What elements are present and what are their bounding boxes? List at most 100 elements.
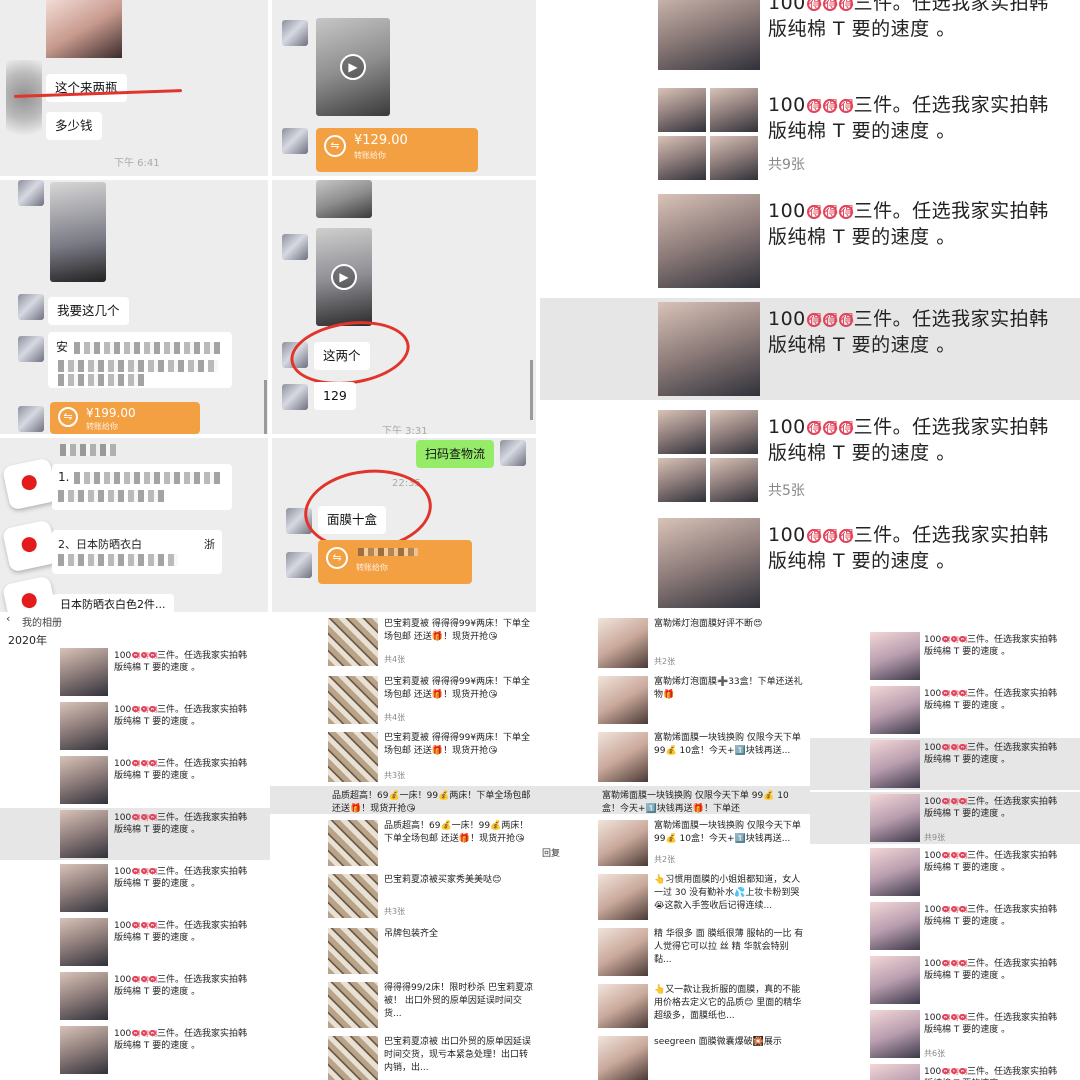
moment-thumbnail[interactable] — [710, 410, 758, 454]
moment-thumbnail[interactable] — [60, 1026, 108, 1074]
moment-thumbnail[interactable] — [710, 136, 758, 180]
moment-thumbnail[interactable] — [598, 618, 648, 668]
avatar[interactable] — [282, 384, 308, 410]
moment-post[interactable]: 100得得得三件。任选我家实拍韩版纯棉 T 要的速度 。 — [810, 684, 1080, 736]
moment-post[interactable]: 100 得得得三件。任选我家实拍韩 版纯棉 T 要的速度 。共9张 — [540, 84, 1080, 184]
moment-thumbnail[interactable] — [598, 1036, 648, 1080]
video-message[interactable] — [50, 182, 106, 282]
moment-post[interactable]: 巴宝莉夏凉被买家秀美美哒😊 共3张 — [270, 870, 540, 920]
moment-post[interactable]: 100得得得三件。任选我家实拍韩版纯棉 T 要的速度 。 — [810, 1062, 1080, 1080]
moment-thumbnail[interactable] — [328, 1036, 378, 1080]
moment-post[interactable]: 巴宝莉夏被 得得得99¥两床！下单全场包邮 还送🎁！现货开抢😘 共4张 — [270, 672, 540, 726]
moment-thumbnail[interactable] — [328, 820, 378, 866]
moment-thumbnail[interactable] — [60, 810, 108, 858]
moment-post[interactable]: 100得得得三件。任选我家实拍韩版纯棉 T 要的速度 。 — [540, 298, 1080, 400]
moment-post[interactable]: 👆又一款让我折服的面膜，真的不能用价格去定义它的品质😊 里面的精华超级多，面膜纸… — [540, 980, 810, 1030]
avatar[interactable] — [282, 20, 308, 46]
scan-logistics-button[interactable]: 扫码查物流 — [416, 440, 495, 468]
scrollbar[interactable] — [264, 380, 267, 434]
moment-post[interactable]: 100 得得得三件。任选我家实拍韩 版纯棉 T 要的速度 。共5张 — [540, 406, 1080, 510]
scrollbar[interactable] — [530, 360, 533, 420]
video-message[interactable] — [316, 180, 372, 218]
moment-thumbnail[interactable] — [328, 874, 378, 918]
moment-thumbnail[interactable] — [658, 518, 760, 608]
dice-avatar[interactable] — [1, 457, 59, 511]
moment-post[interactable]: 富勒烯灯泡面膜➕33盒！下单还送礼物🎁 — [540, 672, 810, 726]
moment-thumbnail[interactable] — [328, 618, 378, 666]
moment-post[interactable]: 品质超高！69💰一床！99💰两床！下单全场包邮 还送🎁！现货开抢😘 — [270, 786, 540, 814]
moment-post[interactable]: 100得得得三件。任选我家实拍韩版纯棉 T 要的速度 。 — [0, 1024, 270, 1076]
moment-thumbnail[interactable] — [658, 410, 706, 454]
moment-thumbnail[interactable] — [60, 756, 108, 804]
moment-post[interactable]: 富勒烯面膜一块钱换购 仅限今天下单 99💰 10盒！今天+1️⃣块钱再送... 共… — [540, 816, 810, 868]
avatar[interactable] — [18, 336, 44, 362]
avatar[interactable] — [500, 440, 526, 466]
transfer-card[interactable]: ⇋ 转账给你 — [318, 540, 472, 584]
back-icon[interactable]: ‹ — [6, 614, 10, 625]
moment-thumbnail[interactable] — [328, 676, 378, 724]
moment-post[interactable]: 富勒烯面膜一块钱换购 仅限今天下单 99💰 10盒！今天+1️⃣块钱再送... — [540, 728, 810, 784]
transfer-card[interactable]: ⇋ ¥129.00 转账给你 — [316, 128, 478, 172]
moment-thumbnail[interactable] — [658, 136, 706, 180]
moment-post[interactable]: 100得得得三件。任选我家实拍韩版纯棉 T 要的速度 。 — [540, 0, 1080, 74]
moment-thumbnail[interactable] — [658, 0, 760, 70]
moment-thumbnail[interactable] — [598, 984, 648, 1028]
moment-thumbnail[interactable] — [658, 194, 760, 288]
moment-post[interactable]: 富勒烯面膜一块钱换购 仅限今天下单 99💰 10盒！今天+1️⃣块钱再送🎁！下单… — [540, 786, 810, 814]
moment-post[interactable]: 100得得得三件。任选我家实拍韩版纯棉 T 要的速度 。 — [0, 970, 270, 1022]
moment-post[interactable]: 吊牌包装齐全 — [270, 924, 540, 976]
moment-post[interactable]: 巴宝莉夏被 得得得99¥两床！下单全场包邮 还送🎁！现货开抢😘 共4张 — [270, 614, 540, 668]
moment-thumbnail[interactable] — [870, 1010, 920, 1058]
avatar[interactable] — [18, 406, 44, 432]
moment-thumbnail[interactable] — [870, 686, 920, 734]
moment-post[interactable]: 精 华很多 面 膜纸很薄 服帖的一比 有人觉得它可以拉 丝 精 华就会特别黏..… — [540, 924, 810, 978]
moment-post[interactable]: 100 得得得三件。任选我家实拍韩 版纯棉 T 要的速度 。共6张 — [810, 1008, 1080, 1060]
moment-thumbnail[interactable] — [328, 732, 378, 782]
avatar[interactable] — [282, 234, 308, 260]
moment-post[interactable]: 100得得得三件。任选我家实拍韩版纯棉 T 要的速度 。 — [0, 916, 270, 968]
moment-post[interactable]: 100 得得得三件。任选我家实拍韩 版纯棉 T 要的速度 。共9张 — [810, 792, 1080, 844]
moment-thumbnail[interactable] — [60, 864, 108, 912]
moment-thumbnail[interactable] — [658, 302, 760, 396]
moment-post[interactable]: 得得得99/2床！限时秒杀 巴宝莉夏凉被！ 出口外贸的原单因延误时间交货... — [270, 978, 540, 1030]
moment-thumbnail[interactable] — [60, 972, 108, 1020]
dice-avatar[interactable] — [1, 519, 59, 573]
moment-thumbnail[interactable] — [598, 732, 648, 782]
moment-thumbnail[interactable] — [710, 458, 758, 502]
moment-post[interactable]: 100得得得三件。任选我家实拍韩版纯棉 T 要的速度 。 — [0, 700, 270, 752]
moment-post[interactable]: 100得得得三件。任选我家实拍韩版纯棉 T 要的速度 。 — [540, 190, 1080, 292]
moment-post[interactable]: 100得得得三件。任选我家实拍韩版纯棉 T 要的速度 。 — [0, 862, 270, 914]
moment-thumbnail[interactable] — [710, 88, 758, 132]
avatar[interactable] — [282, 128, 308, 154]
video-message[interactable]: ▶ — [316, 18, 390, 116]
moment-post[interactable]: seegreen 面膜微囊爆破🎇展示 — [540, 1032, 810, 1080]
moment-thumbnail[interactable] — [328, 982, 378, 1028]
moment-thumbnail[interactable] — [598, 676, 648, 724]
moment-post[interactable]: 品质超高！69💰一床！99💰两床！下单全场包邮 还送🎁！现货开抢😘 — [270, 816, 540, 868]
moment-thumbnail[interactable] — [870, 848, 920, 896]
moment-thumbnail[interactable] — [598, 820, 648, 866]
moment-thumbnail[interactable] — [870, 1064, 920, 1080]
moment-post[interactable]: 100得得得三件。任选我家实拍韩版纯棉 T 要的速度 。 — [810, 846, 1080, 898]
moment-post[interactable]: 👆习惯用面膜的小姐姐都知道，女人一过 30 没有勤补水💦上妆卡粉到哭😭这款入手签… — [540, 870, 810, 922]
moment-thumbnail[interactable] — [870, 632, 920, 680]
moment-thumbnail[interactable] — [870, 794, 920, 842]
avatar[interactable] — [286, 552, 312, 578]
moment-post[interactable]: 100得得得三件。任选我家实拍韩版纯棉 T 要的速度 。 — [810, 630, 1080, 682]
avatar[interactable] — [18, 294, 44, 320]
moment-thumbnail[interactable] — [658, 88, 706, 132]
moment-post[interactable]: 100得得得三件。任选我家实拍韩版纯棉 T 要的速度 。 — [810, 954, 1080, 1006]
video-message[interactable]: ▶ — [316, 228, 372, 326]
moment-thumbnail[interactable] — [60, 702, 108, 750]
moment-post[interactable]: 100得得得三件。任选我家实拍韩版纯棉 T 要的速度 。 — [810, 738, 1080, 790]
moment-thumbnail[interactable] — [870, 902, 920, 950]
moment-post[interactable]: 100得得得三件。任选我家实拍韩版纯棉 T 要的速度 。 — [0, 646, 270, 698]
moment-thumbnail[interactable] — [598, 928, 648, 976]
reply-label[interactable]: 回复 — [542, 846, 560, 859]
moment-post[interactable]: 富勒烯灯泡面膜好评不断😍 共2张 — [540, 614, 810, 670]
moment-thumbnail[interactable] — [598, 874, 648, 920]
moment-post[interactable]: 100得得得三件。任选我家实拍韩版纯棉 T 要的速度 。 — [540, 514, 1080, 612]
moment-thumbnail[interactable] — [658, 458, 706, 502]
avatar[interactable] — [18, 180, 44, 206]
moment-post[interactable]: 100得得得三件。任选我家实拍韩版纯棉 T 要的速度 。 — [810, 900, 1080, 952]
